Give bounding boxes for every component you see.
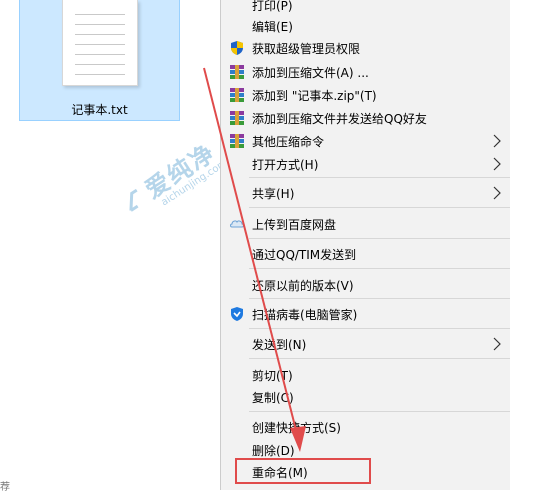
menu-item-other-compress[interactable]: 其他压缩命令 [221,130,510,152]
menu-item-label: 获取超级管理员权限 [252,42,361,56]
menu-item-label: 还原以前的版本(V) [252,279,354,293]
chevron-right-icon [493,157,501,171]
menu-item-scan-virus[interactable]: 扫描病毒(电脑管家) [221,303,510,325]
tencent-pc-manager-icon [231,307,243,321]
watermark-logo-icon [129,188,139,212]
text-document-icon [62,0,138,86]
menu-item-share[interactable]: 共享(H) [221,182,510,204]
menu-item-copy[interactable]: 复制(C) [221,386,510,408]
menu-item-edit[interactable]: 编辑(E) [221,15,510,37]
uac-shield-icon [231,41,243,55]
winrar-archive-icon [230,88,244,102]
menu-separator [249,268,510,269]
menu-item-label: 共享(H) [252,187,295,201]
menu-separator [249,358,510,359]
menu-item-label: 添加到压缩文件并发送给QQ好友 [252,112,427,126]
menu-item-label: 扫描病毒(电脑管家) [252,308,358,322]
menu-item-label: 复制(C) [252,391,294,405]
menu-item-label: 通过QQ/TIM发送到 [252,248,357,262]
context-menu: 打印(P) 编辑(E) 获取超级管理员权限 添加到压缩文件(A) ... 添加到… [220,0,510,490]
winrar-archive-icon [230,134,244,148]
partial-desktop-text: 荐 [0,482,10,493]
menu-item-send-to[interactable]: 发送到(N) [221,333,510,355]
menu-item-send-via-qq[interactable]: 通过QQ/TIM发送到 [221,243,510,265]
menu-item-print[interactable]: 打印(P) [221,0,510,16]
menu-item-archive-send-qq[interactable]: 添加到压缩文件并发送给QQ好友 [221,107,510,129]
winrar-archive-icon [230,111,244,125]
menu-item-label: 添加到压缩文件(A) ... [252,66,369,80]
menu-item-restore-previous[interactable]: 还原以前的版本(V) [221,274,510,296]
menu-item-create-shortcut[interactable]: 创建快捷方式(S) [221,416,510,438]
menu-item-open-with[interactable]: 打开方式(H) [221,153,510,175]
menu-separator [249,177,510,178]
menu-item-label: 添加到 "记事本.zip"(T) [252,89,377,103]
menu-item-label: 删除(D) [252,444,295,458]
baidu-netdisk-icon [230,220,244,228]
menu-item-add-to-zip[interactable]: 添加到 "记事本.zip"(T) [221,84,510,106]
menu-separator [249,411,510,412]
menu-item-baidu-upload[interactable]: 上传到百度网盘 [221,213,510,235]
menu-separator [249,207,510,208]
menu-separator [249,298,510,299]
menu-item-label: 剪切(T) [252,369,293,383]
menu-item-admin-rights[interactable]: 获取超级管理员权限 [221,37,510,59]
rename-highlight-box [235,458,371,484]
chevron-right-icon [493,337,501,351]
menu-item-label: 发送到(N) [252,338,307,352]
menu-item-cut[interactable]: 剪切(T) [221,364,510,386]
menu-separator [249,328,510,329]
menu-item-label: 上传到百度网盘 [252,218,337,232]
menu-item-add-to-archive[interactable]: 添加到压缩文件(A) ... [221,61,510,83]
menu-item-label: 其他压缩命令 [252,135,325,149]
menu-separator [249,238,510,239]
menu-item-label: 编辑(E) [252,20,293,34]
menu-item-label: 打开方式(H) [252,158,319,172]
chevron-right-icon [493,134,501,148]
menu-item-label: 打印(P) [252,0,293,13]
winrar-archive-icon [230,65,244,79]
menu-item-label: 创建快捷方式(S) [252,421,341,435]
chevron-right-icon [493,186,501,200]
